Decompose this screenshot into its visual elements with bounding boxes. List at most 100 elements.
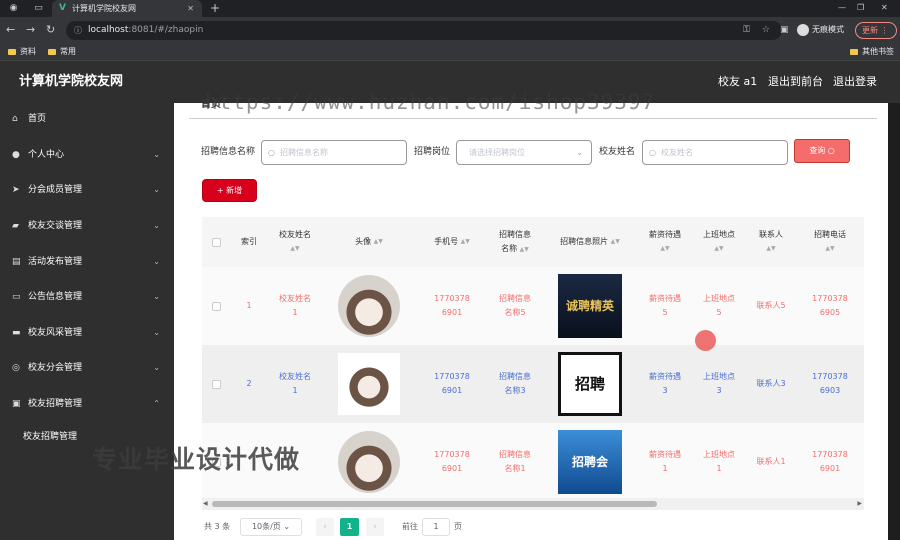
alumni-name-input[interactable]: ○ 校友姓名	[642, 140, 788, 165]
pagination-total: 共 3 条	[204, 522, 231, 531]
cell-alumni-name-2: 1	[292, 386, 298, 395]
chevron-down-icon: ⌄	[153, 150, 160, 159]
col-avatar-label: 头像	[355, 237, 372, 246]
sort-icon[interactable]: ▲▼	[766, 242, 775, 256]
cell-location: 上班地点 3	[692, 345, 746, 423]
url-field[interactable]: ⓘ localhost:8081/#/zhaopin ⚿ ☆	[66, 21, 782, 40]
divider	[189, 118, 877, 119]
recruit-name-input[interactable]: ○ 招聘信息名称	[261, 140, 407, 165]
sidebar-item-members[interactable]: ➤ 分会成员管理 ⌄	[0, 179, 174, 201]
col-contact-label: 联系人	[759, 230, 783, 239]
post-select[interactable]: 请选择招聘岗位 ⌄	[456, 140, 592, 165]
sort-icon[interactable]: ▲▼	[461, 235, 470, 249]
logout-link[interactable]: 退出登录	[833, 61, 877, 103]
cell-phone-1: 1770378	[434, 294, 470, 303]
folder-icon	[8, 48, 16, 55]
cell-info-name: 招聘信息 名称1	[488, 423, 542, 501]
sidebar-item-home[interactable]: ⌂ 首页	[0, 108, 174, 130]
minimize-icon[interactable]: —	[838, 0, 846, 16]
row-checkbox[interactable]	[202, 267, 230, 345]
query-button[interactable]: 查询 ○	[794, 139, 850, 163]
post-label: 招聘岗位	[414, 147, 451, 157]
sidebar-subitem-recruit[interactable]: 校友招聘管理	[23, 426, 77, 448]
cell-phone-2: 6901	[441, 308, 463, 317]
horizontal-scrollbar[interactable]: ◀ ▶	[202, 498, 864, 510]
scroll-right-icon[interactable]: ▶	[857, 498, 862, 510]
window-close-icon[interactable]: ✕	[881, 0, 888, 16]
sidebar-item-personal[interactable]: ● 个人中心 ⌄	[0, 144, 174, 166]
col-salary[interactable]: 薪资待遇 ▲▼	[638, 217, 692, 267]
sort-icon[interactable]: ▲▼	[520, 246, 529, 253]
col-alumni-name[interactable]: 校友姓名 ▲▼	[268, 217, 322, 267]
update-label: 更新	[862, 26, 878, 35]
page-size-select[interactable]: 10条/页 ⌄	[240, 518, 302, 536]
star-icon[interactable]: ☆	[762, 21, 770, 40]
reload-icon[interactable]: ↻	[46, 22, 55, 38]
sidebar-item-recruit[interactable]: ▣ 校友招聘管理 ⌃	[0, 393, 174, 415]
browser-tab[interactable]: V 计算机学院校友网 ✕	[52, 0, 202, 17]
goto-page-input[interactable]: 1	[422, 518, 450, 536]
row-checkbox[interactable]	[202, 345, 230, 423]
cell-avatar	[322, 267, 416, 345]
bookmark-folder-2[interactable]: 常用	[48, 44, 76, 60]
sidebar-item-chat[interactable]: ▰ 校友交谈管理 ⌄	[0, 215, 174, 237]
col-tel-label: 招聘电话	[814, 230, 846, 239]
sidebar-item-branch[interactable]: ◎ 校友分会管理 ⌄	[0, 357, 174, 379]
col-tel[interactable]: 招聘电话 ▲▼	[796, 217, 864, 267]
folder-icon	[48, 48, 56, 55]
cell-alumni-name: 校友姓名 1	[268, 267, 322, 345]
col-contact[interactable]: 联系人 ▲▼	[746, 217, 796, 267]
table-row[interactable]: 1770378 6901 招聘信息 名称1 招聘会 薪资待遇 1 上班地点 1 联系人1…	[202, 423, 864, 501]
sort-icon[interactable]: ▲▼	[825, 242, 834, 256]
new-tab-icon[interactable]: +	[210, 0, 220, 16]
sort-icon[interactable]: ▲▼	[660, 242, 669, 256]
cell-info-2: 名称1	[504, 464, 526, 473]
maximize-icon[interactable]: ❐	[857, 0, 864, 16]
table-row[interactable]: 2 校友姓名 1 1770378 6901 招聘信息 名称3 招聘 薪资待遇 3 上班地…	[202, 345, 864, 423]
cell-salary-1: 薪资待遇	[649, 450, 681, 459]
recruit-poster-image: 招聘	[558, 352, 622, 416]
col-photo[interactable]: 招聘信息照片 ▲▼	[542, 217, 638, 267]
col-phone[interactable]: 手机号 ▲▼	[416, 217, 488, 267]
prev-page-button[interactable]: ‹	[316, 518, 334, 536]
browser-menu-icon[interactable]: ◉	[8, 3, 19, 14]
cell-phone: 1770378 6901	[416, 267, 488, 345]
document-icon: ▤	[12, 257, 21, 267]
sort-icon[interactable]: ▲▼	[611, 235, 620, 249]
bookmark-label-2: 常用	[60, 47, 76, 56]
key-icon[interactable]: ⚿	[743, 21, 750, 40]
col-location[interactable]: 上班地点 ▲▼	[692, 217, 746, 267]
sidebar-item-notice[interactable]: ▭ 公告信息管理 ⌄	[0, 286, 174, 308]
cell-photo: 诚聘精英	[542, 267, 638, 345]
bookmark-folder-1[interactable]: 资料	[8, 44, 36, 60]
table-row[interactable]: 1 校友姓名 1 1770378 6901 招聘信息 名称5 诚聘精英 薪资待遇 5 上…	[202, 267, 864, 345]
add-button[interactable]: + 新增	[202, 179, 257, 202]
profile-button[interactable]: 无痕模式	[797, 23, 844, 37]
briefcase-icon: ▣	[12, 399, 21, 409]
tab-grid-icon[interactable]: ▭	[33, 3, 44, 14]
scroll-left-icon[interactable]: ◀	[203, 498, 208, 510]
col-info-name[interactable]: 招聘信息 名称 ▲▼	[488, 217, 542, 267]
scrollbar-thumb[interactable]	[212, 501, 657, 507]
bookmark-folder-other[interactable]: 其他书签	[850, 44, 894, 60]
sidebar-item-gallery[interactable]: ▬ 校友风采管理 ⌄	[0, 322, 174, 344]
select-all-checkbox[interactable]	[202, 217, 230, 267]
sidepanel-icon[interactable]: ▣	[780, 22, 789, 38]
close-tab-icon[interactable]: ✕	[187, 0, 194, 17]
sort-icon[interactable]: ▲▼	[290, 242, 299, 256]
sort-icon[interactable]: ▲▼	[714, 242, 723, 256]
update-button[interactable]: 更新 ⋮	[855, 22, 897, 39]
col-avatar[interactable]: 头像 ▲▼	[322, 217, 416, 267]
page-number-current[interactable]: 1	[340, 518, 359, 536]
back-icon[interactable]: ←	[6, 22, 15, 38]
cell-contact: 联系人3	[756, 379, 786, 388]
page-size-value: 10条/页	[251, 522, 281, 531]
cell-phone-2: 6901	[441, 386, 463, 395]
app-title: 计算机学院校友网	[19, 74, 124, 89]
sort-icon[interactable]: ▲▼	[374, 235, 383, 249]
sidebar-item-label: 校友招聘管理	[28, 399, 83, 409]
next-page-button[interactable]: ›	[366, 518, 384, 536]
sidebar-item-activity[interactable]: ▤ 活动发布管理 ⌄	[0, 251, 174, 273]
back-to-front-link[interactable]: 退出到前台	[768, 61, 823, 103]
forward-icon[interactable]: →	[26, 22, 35, 38]
